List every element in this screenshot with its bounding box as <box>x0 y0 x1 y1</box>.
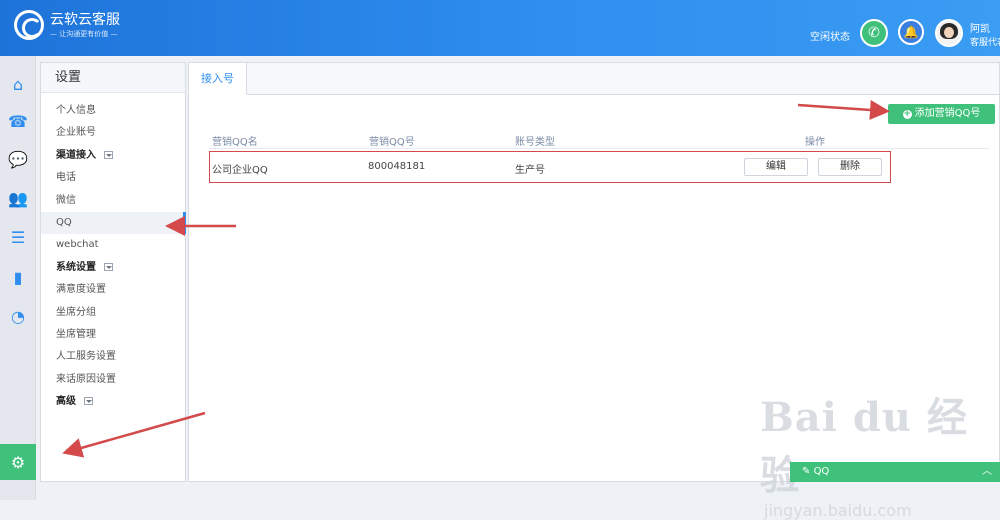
delete-button[interactable]: 删除 <box>818 158 882 176</box>
avatar[interactable] <box>935 19 963 47</box>
users-icon[interactable]: 👥 <box>0 180 36 216</box>
sidebar-group-system[interactable]: 系统设置 <box>41 257 185 279</box>
notification-button[interactable]: 🔔 <box>898 19 924 45</box>
chevron-up-icon[interactable]: ︿ <box>982 462 992 482</box>
tab-bar: 接入号 <box>189 63 999 95</box>
status-label[interactable]: 空闲状态 <box>810 28 850 43</box>
account-type-cell: 生产号 <box>515 165 545 176</box>
app-title: 云软云客服 <box>50 11 120 28</box>
qq-name-cell: 公司企业QQ <box>212 165 268 176</box>
add-marketing-qq-button[interactable]: + 添加营销QQ号 <box>888 104 995 124</box>
sidebar-item-phone[interactable]: 电话 <box>41 167 185 189</box>
bell-icon: 🔔 <box>903 25 919 39</box>
settings-gear-icon[interactable]: ⚙ <box>0 444 36 480</box>
top-bar: 云软云客服 — 让沟通更有价值 — 空闲状态 ✆ 🔔 阿凯 客服代表 <box>0 0 1000 56</box>
bar-chart-icon[interactable]: ▮ <box>0 259 36 295</box>
sidebar-item-webchat[interactable]: webchat <box>41 234 185 256</box>
sidebar-item-call-reasons[interactable]: 来话原因设置 <box>41 369 185 391</box>
sidebar-item-profile[interactable]: 个人信息 <box>41 100 185 122</box>
sidebar-item-company-account[interactable]: 企业账号 <box>41 122 185 144</box>
phone-icon: ✆ <box>868 25 880 41</box>
sidebar-item-agent-groups[interactable]: 坐席分组 <box>41 302 185 324</box>
icon-sidebar: ⌂ ☎ 💬 👥 ☰ ▮ ◔ ⚙ <box>0 56 36 500</box>
collapse-toggle-icon[interactable] <box>84 397 93 406</box>
column-header: 操作 <box>805 137 825 148</box>
qq-icon: ✎ <box>802 466 814 477</box>
plus-icon: + <box>902 109 912 119</box>
sidebar-item-qq[interactable]: QQ <box>41 211 186 235</box>
column-header: 营销QQ名 <box>212 137 258 148</box>
qq-chat-tab[interactable]: ✎ QQ ︿ <box>790 462 1000 482</box>
sidebar-title: 设置 <box>41 63 185 93</box>
logo-icon <box>14 10 44 40</box>
home-icon[interactable]: ⌂ <box>0 66 36 102</box>
user-role: 客服代表 <box>970 38 1000 48</box>
table-row: 公司企业QQ 800048181 生产号 编辑 删除 <box>209 151 891 183</box>
table-header: 营销QQ名 营销QQ号 账号类型 操作 <box>209 131 989 149</box>
chat-icon[interactable]: 💬 <box>0 141 36 177</box>
user-name[interactable]: 阿凯 <box>970 20 990 35</box>
tab-access-numbers[interactable]: 接入号 <box>189 63 247 95</box>
watermark-brand: Bai du 经验 <box>760 394 968 499</box>
app-logo: 云软云客服 — 让沟通更有价值 — <box>14 10 120 40</box>
sidebar-item-satisfaction[interactable]: 满意度设置 <box>41 279 185 301</box>
sidebar-group-advanced[interactable]: 高级 <box>41 391 185 413</box>
sidebar-item-agent-management[interactable]: 坐席管理 <box>41 324 185 346</box>
sidebar-group-channels[interactable]: 渠道接入 <box>41 145 185 167</box>
collapse-toggle-icon[interactable] <box>104 262 113 271</box>
column-header: 账号类型 <box>515 137 555 148</box>
phone-button[interactable]: ✆ <box>860 19 888 47</box>
edit-button[interactable]: 编辑 <box>744 158 808 176</box>
column-header: 营销QQ号 <box>369 137 415 148</box>
settings-menu: 个人信息 企业账号 渠道接入 电话 微信 QQ webchat 系统设置 满意度… <box>41 93 186 413</box>
collapse-toggle-icon[interactable] <box>104 150 113 159</box>
sidebar-item-wechat[interactable]: 微信 <box>41 190 185 212</box>
sidebar-item-human-service[interactable]: 人工服务设置 <box>41 346 185 368</box>
phone-nav-icon[interactable]: ☎ <box>0 103 36 139</box>
watermark-url: jingyan.baidu.com <box>764 501 912 520</box>
app-slogan: — 让沟通更有价值 — <box>50 29 118 38</box>
qq-number-cell: 800048181 <box>368 161 426 172</box>
list-icon[interactable]: ☰ <box>0 219 36 255</box>
settings-sidebar: 设置 个人信息 企业账号 渠道接入 电话 微信 QQ webchat 系统设置 … <box>40 62 186 482</box>
dashboard-icon[interactable]: ◔ <box>0 298 36 334</box>
